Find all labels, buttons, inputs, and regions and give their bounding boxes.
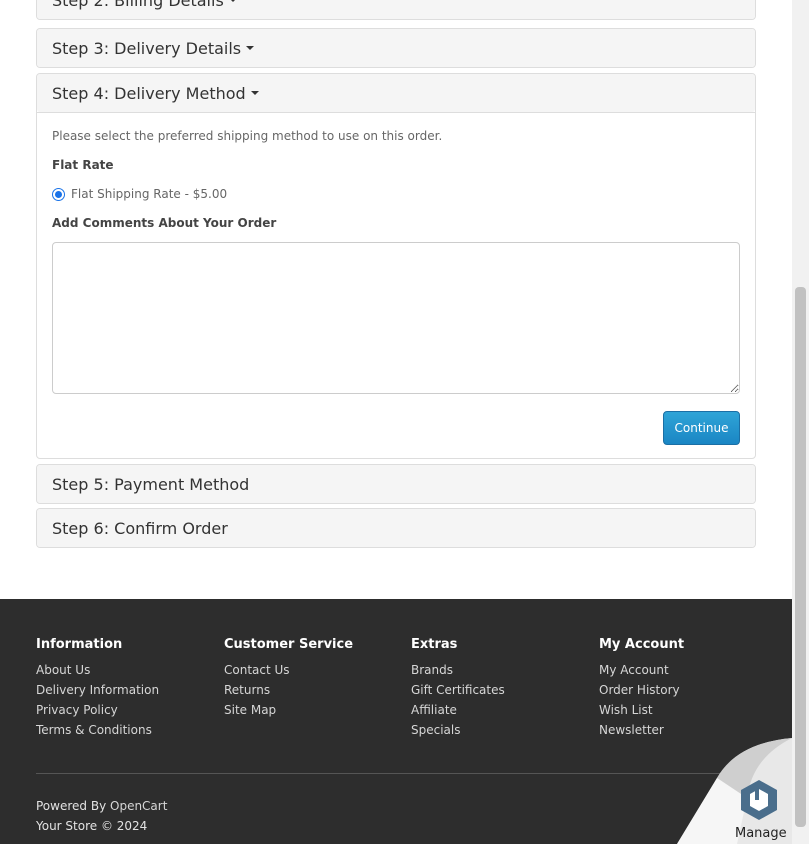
caret-down-icon [228,0,237,2]
panel-step2: Step 2: Billing Details [36,0,756,20]
footer-link-sitemap[interactable]: Site Map [224,700,353,720]
footer-link-order-history[interactable]: Order History [599,680,684,700]
footer-link-specials[interactable]: Specials [411,720,505,740]
panel-step5: Step 5: Payment Method [36,464,756,504]
step5-title: Step 5: Payment Method [52,474,250,494]
step6-title: Step 6: Confirm Order [52,518,228,538]
caret-down-icon [246,46,255,50]
footer-copyright: Powered By OpenCart Your Store © 2024 [36,796,167,836]
shipping-option-label[interactable]: Flat Shipping Rate - $5.00 [71,187,227,201]
panel-step4: Step 4: Delivery Method Please select th… [36,73,756,459]
step5-heading[interactable]: Step 5: Payment Method [37,465,755,503]
shipping-option[interactable]: Flat Shipping Rate - $5.00 [52,187,740,201]
footer-link-wish-list[interactable]: Wish List [599,700,684,720]
checkout-page: Step 2: Billing Details Step 3: Delivery… [0,0,792,844]
footer-heading-my-account: My Account [599,637,685,652]
step3-heading[interactable]: Step 3: Delivery Details [37,29,755,67]
shipping-radio[interactable] [52,187,65,201]
footer-link-returns[interactable]: Returns [224,680,353,700]
footer-link-newsletter[interactable]: Newsletter [599,720,684,740]
panel-step3: Step 3: Delivery Details [36,28,756,68]
step4-heading[interactable]: Step 4: Delivery Method [37,74,755,112]
footer-link-terms[interactable]: Terms & Conditions [36,720,159,740]
scrollbar-thumb[interactable] [795,287,806,827]
footer-link-gift[interactable]: Gift Certificates [411,680,505,700]
panel-step6: Step 6: Confirm Order [36,508,756,548]
site-footer: Information About Us Delivery Informatio… [0,599,792,844]
footer-heading-extras: Extras [411,637,458,652]
comments-textarea[interactable] [52,242,740,394]
opencart-link[interactable]: OpenCart [110,799,167,813]
manage-widget[interactable]: Manage [677,738,792,844]
step6-heading[interactable]: Step 6: Confirm Order [37,509,755,547]
copyright-text: Your Store © 2024 [36,819,148,833]
caret-down-icon [250,91,259,95]
step2-heading[interactable]: Step 2: Billing Details [37,0,755,19]
vertical-scrollbar[interactable] [792,0,809,844]
comments-label: Add Comments About Your Order [52,216,277,230]
footer-link-privacy[interactable]: Privacy Policy [36,700,159,720]
shipping-instruction: Please select the preferred shipping met… [52,129,443,143]
footer-heading-customer-service: Customer Service [224,637,354,652]
footer-link-about-us[interactable]: About Us [36,660,159,680]
footer-link-contact[interactable]: Contact Us [224,660,353,680]
footer-col-information: Information About Us Delivery Informatio… [36,637,159,740]
footer-link-my-account[interactable]: My Account [599,660,684,680]
step4-title: Step 4: Delivery Method [52,83,246,103]
step3-title: Step 3: Delivery Details [52,38,242,58]
step2-title: Step 2: Billing Details [52,0,224,10]
footer-col-customer-service: Customer Service Contact Us Returns Site… [224,637,353,720]
footer-col-my-account: My Account My Account Order History Wish… [599,637,684,740]
footer-link-delivery-info[interactable]: Delivery Information [36,680,159,700]
footer-link-brands[interactable]: Brands [411,660,505,680]
footer-heading-information: Information [36,637,123,652]
footer-link-affiliate[interactable]: Affiliate [411,700,505,720]
footer-divider [36,773,756,774]
continue-button[interactable]: Continue [663,411,740,445]
method-group-label: Flat Rate [52,158,114,172]
manage-hex-icon [741,780,777,820]
powered-by-text: Powered By [36,799,107,813]
footer-col-extras: Extras Brands Gift Certificates Affiliat… [411,637,505,740]
manage-label[interactable]: Manage [735,826,787,841]
